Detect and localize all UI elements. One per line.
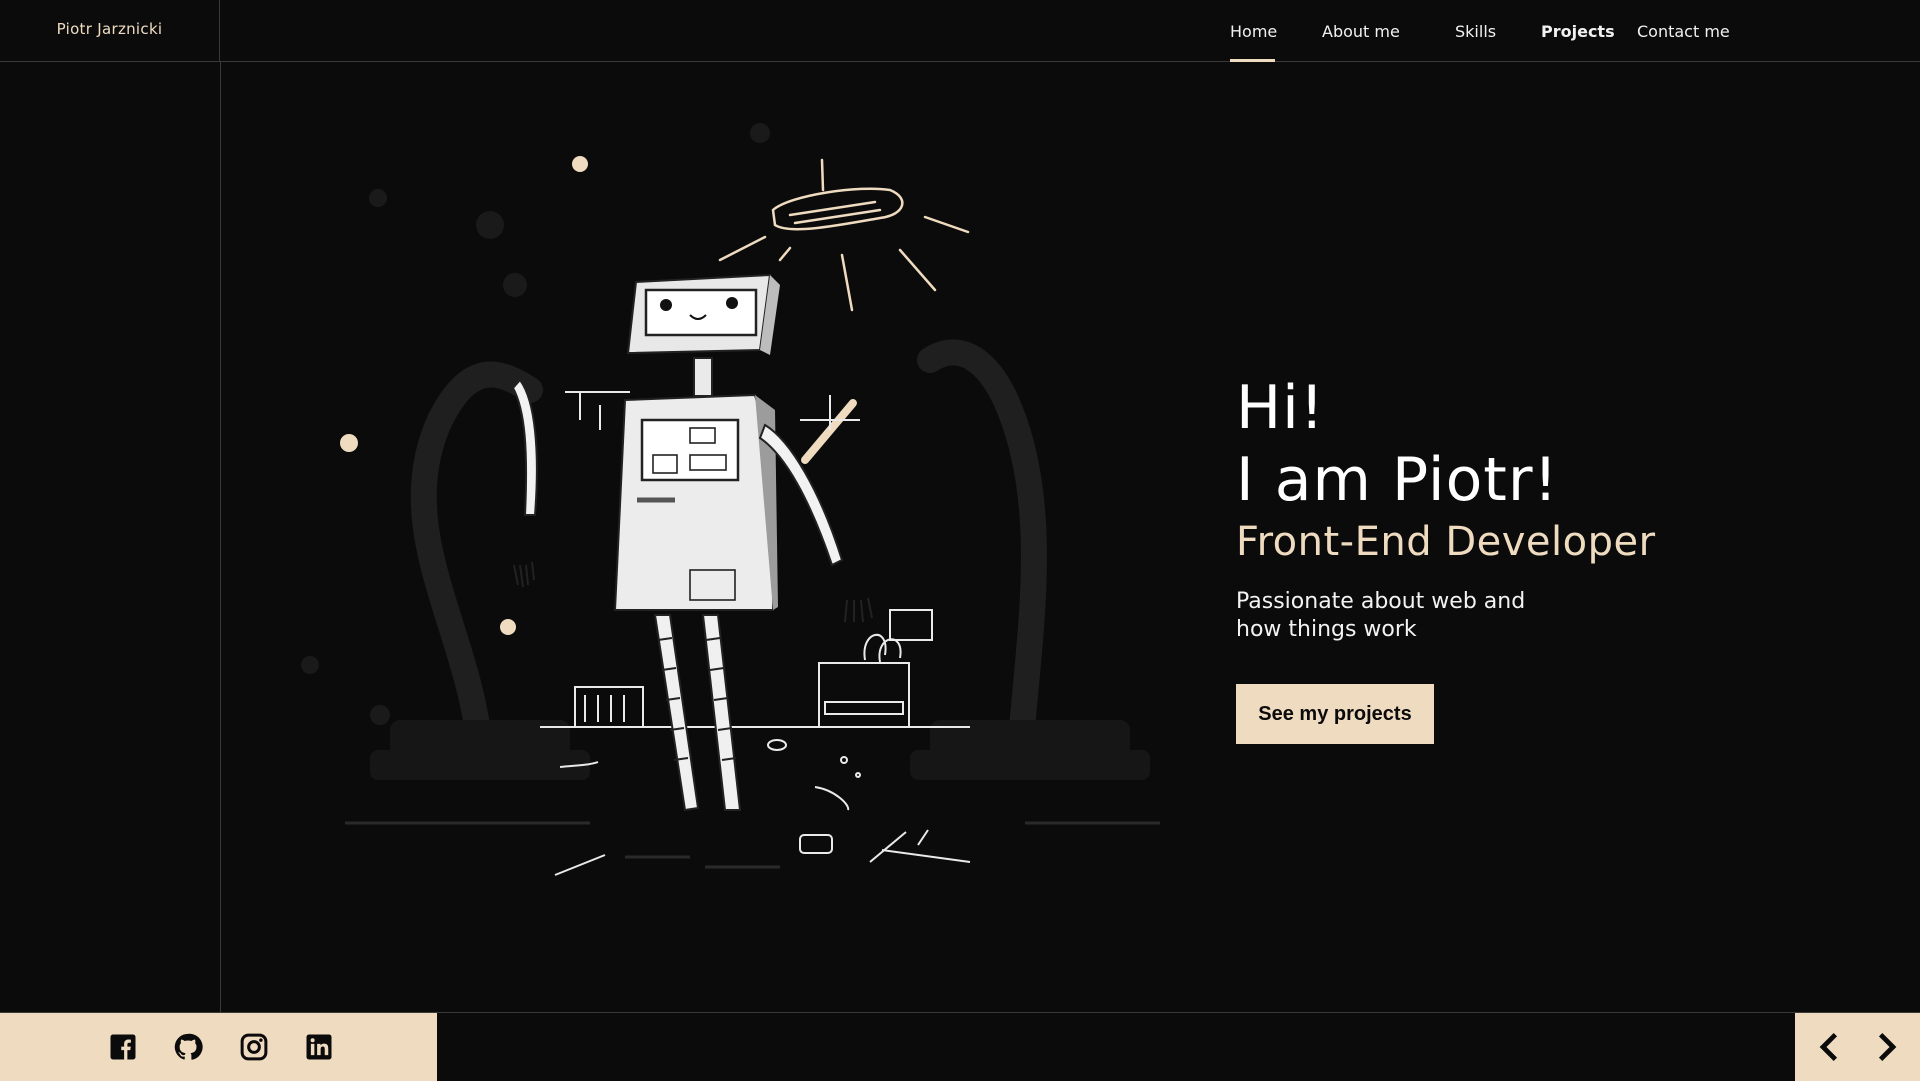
nav-item-projects[interactable]: Projects [1541,22,1615,41]
hero-role: Front-End Developer [1236,519,1656,565]
see-projects-button[interactable]: See my projects [1236,684,1434,744]
social-links-bar [0,1013,437,1081]
hero-tagline: Passionate about web and how things work [1236,589,1526,642]
nav-item-about[interactable]: About me [1322,22,1400,41]
hero-section: Hi! I am Piotr! Front-End Developer Pass… [1236,372,1836,744]
chevron-left-icon[interactable] [1813,1031,1845,1063]
github-icon[interactable] [173,1032,203,1062]
chevron-right-icon[interactable] [1871,1031,1903,1063]
hero-greeting: Hi! I am Piotr! [1236,372,1836,516]
left-rail-divider [220,62,221,1012]
site-footer [0,1012,1920,1081]
nav-item-skills[interactable]: Skills [1455,22,1496,41]
hero-line-1: Hi! [1236,373,1325,443]
slider-arrows [1795,1013,1920,1081]
nav-item-home[interactable]: Home [1230,22,1277,41]
facebook-icon[interactable] [108,1032,138,1062]
active-nav-indicator [1230,59,1275,62]
brand-logo[interactable]: Piotr Jarznicki [0,0,220,62]
nav-item-contact[interactable]: Contact me [1637,22,1730,41]
linkedin-icon[interactable] [304,1032,334,1062]
site-header: Piotr Jarznicki Home About me Skills Pro… [0,0,1920,62]
robot-illustration [301,123,1160,876]
instagram-icon[interactable] [239,1032,269,1062]
hero-line-2: I am Piotr! [1236,445,1559,515]
